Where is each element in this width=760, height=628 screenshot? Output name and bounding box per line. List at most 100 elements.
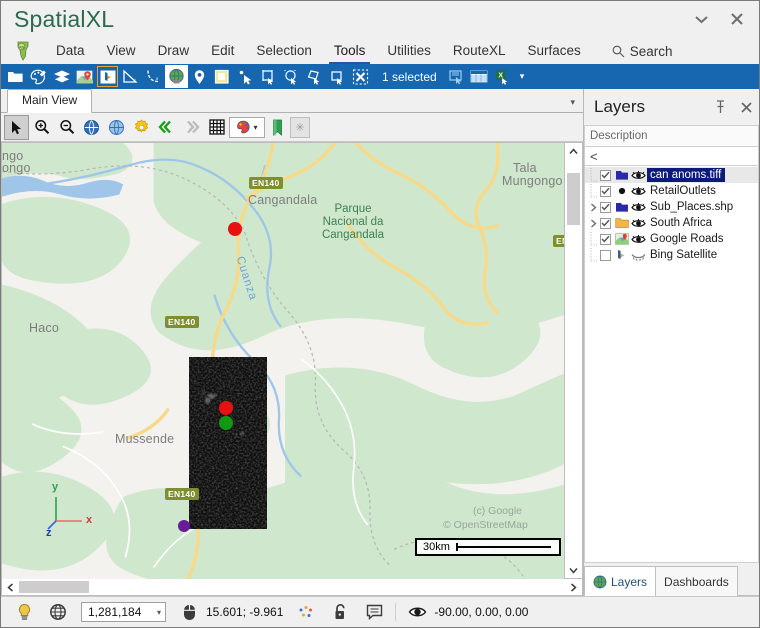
lightbulb-icon[interactable] <box>7 599 41 625</box>
message-icon[interactable] <box>357 599 391 625</box>
layer-row[interactable]: Google Roads <box>585 231 758 247</box>
next-extent-tool[interactable] <box>179 115 204 140</box>
menu-item-tools[interactable]: Tools <box>323 39 377 64</box>
eye-icon[interactable] <box>400 599 434 625</box>
zoom-out-tool[interactable] <box>54 115 79 140</box>
table-select-icon[interactable] <box>445 65 468 88</box>
layer-row[interactable]: Bing Satellite <box>585 247 758 263</box>
select-box-icon[interactable] <box>326 65 349 88</box>
zoom-in-tool[interactable] <box>29 115 54 140</box>
eye-visible-icon[interactable] <box>630 184 647 198</box>
map-note-icon[interactable] <box>211 65 234 88</box>
layers-tree[interactable]: can anoms.tiff RetailOutlets Sub_Places.sh… <box>584 166 759 563</box>
layer-name[interactable]: Sub_Places.shp <box>647 200 737 214</box>
layer-visibility-checkbox[interactable] <box>600 201 611 213</box>
export-excel-icon[interactable]: X <box>491 65 514 88</box>
minimize-ribbon-button[interactable] <box>683 4 719 34</box>
tab-dashboards[interactable]: Dashboards <box>655 566 738 596</box>
select-pointer-icon[interactable] <box>234 65 257 88</box>
hscroll-thumb[interactable] <box>19 581 89 593</box>
layer-row[interactable]: RetailOutlets <box>585 183 758 199</box>
layer-visibility-checkbox[interactable] <box>600 217 611 229</box>
layers-stack-icon[interactable] <box>50 65 73 88</box>
favorite-star-tool[interactable]: ✳ <box>290 116 310 138</box>
select-polygon-icon[interactable] <box>303 65 326 88</box>
google-map-pin-icon[interactable] <box>73 65 96 88</box>
layer-row[interactable]: South Africa <box>585 215 758 231</box>
menu-item-draw[interactable]: Draw <box>147 39 201 64</box>
layer-visibility-checkbox[interactable] <box>600 169 611 181</box>
menu-item-surfaces[interactable]: Surfaces <box>516 39 591 64</box>
unlocked-padlock-icon[interactable] <box>323 599 357 625</box>
scroll-up-arrow[interactable] <box>565 143 582 159</box>
layer-name[interactable]: can anoms.tiff <box>647 168 726 182</box>
layer-visibility-checkbox[interactable] <box>600 233 611 245</box>
raster-layer-can-anoms[interactable] <box>189 357 267 529</box>
layers-filter-row[interactable]: < <box>584 147 759 166</box>
scatter-points-icon[interactable] <box>289 599 323 625</box>
menu-item-data[interactable]: Data <box>45 39 96 64</box>
menu-item-view[interactable]: View <box>96 39 147 64</box>
layers-column-header[interactable]: Description <box>584 126 759 147</box>
attribute-table-icon[interactable] <box>468 65 491 88</box>
map-scale-combo[interactable]: 1,281,184 ▾ <box>81 602 166 622</box>
close-icon[interactable] <box>733 94 759 120</box>
layer-name[interactable]: RetailOutlets <box>647 184 720 198</box>
menu-item-utilities[interactable]: Utilities <box>376 39 442 64</box>
layer-row[interactable]: can anoms.tiff <box>585 167 758 183</box>
toolbar-overflow-caret[interactable]: ▾ <box>514 71 531 82</box>
palette-dropdown-tool[interactable]: ▾ <box>229 116 265 138</box>
pointer-tool[interactable] <box>4 114 29 140</box>
tab-main-view[interactable]: Main View <box>7 89 93 113</box>
chevron-down-icon[interactable]: ▾ <box>157 608 161 617</box>
settings-gear-tool[interactable] <box>129 115 154 140</box>
globe-icon[interactable] <box>165 65 188 88</box>
clear-selection-icon[interactable] <box>349 65 372 88</box>
scroll-down-arrow[interactable] <box>565 562 582 578</box>
expand-chevron-icon[interactable] <box>587 215 600 231</box>
expand-chevron-icon[interactable] <box>587 199 600 215</box>
scroll-left-arrow[interactable] <box>2 579 19 595</box>
filter-chevron-icon[interactable]: < <box>590 149 598 164</box>
map-horizontal-scrollbar[interactable] <box>1 579 583 596</box>
eye-hidden-icon[interactable] <box>630 248 647 262</box>
grid-tool[interactable] <box>204 115 229 140</box>
menu-item-routexl[interactable]: RouteXL <box>442 39 517 64</box>
hscroll-track[interactable] <box>89 579 565 595</box>
view-tab-overflow-caret[interactable]: ▾ <box>570 97 575 108</box>
bing-maps-icon[interactable] <box>96 65 119 88</box>
menu-item-selection[interactable]: Selection <box>245 39 323 64</box>
eye-visible-icon[interactable] <box>630 200 647 214</box>
layer-name[interactable]: South Africa <box>647 216 716 230</box>
green-point-raster[interactable] <box>219 416 233 430</box>
eye-visible-icon[interactable] <box>630 168 647 182</box>
measure-angle-icon[interactable]: x <box>119 65 142 88</box>
tab-layers[interactable]: Layers <box>584 566 657 596</box>
zoom-layer-tool[interactable] <box>104 115 129 140</box>
wire-globe-icon[interactable] <box>41 599 75 625</box>
layer-name[interactable]: Google Roads <box>647 232 728 246</box>
pin-icon[interactable] <box>707 94 733 120</box>
layer-visibility-checkbox[interactable] <box>600 249 611 261</box>
bookmark-tool[interactable] <box>265 115 290 140</box>
previous-extent-tool[interactable] <box>154 115 179 140</box>
select-circle-icon[interactable] <box>280 65 303 88</box>
red-point-north[interactable] <box>228 222 242 236</box>
africa-map-icon[interactable]: AB <box>1 37 45 64</box>
map-vertical-scrollbar[interactable] <box>564 142 583 579</box>
map-canvas[interactable]: ngo ongo Cangandala Tala Mungongo Haco Mussend… <box>1 142 564 579</box>
red-point-raster[interactable] <box>219 401 233 415</box>
vscroll-thumb[interactable] <box>567 173 580 225</box>
select-rectangle-icon[interactable] <box>257 65 280 88</box>
layer-visibility-checkbox[interactable] <box>600 185 611 197</box>
measure-curve-icon[interactable]: x <box>142 65 165 88</box>
location-marker-icon[interactable] <box>188 65 211 88</box>
search-box[interactable]: Search <box>612 44 673 64</box>
close-icon[interactable] <box>719 4 755 34</box>
purple-point[interactable] <box>178 520 190 532</box>
vscroll-track[interactable] <box>565 159 582 562</box>
eye-visible-icon[interactable] <box>630 232 647 246</box>
menu-item-edit[interactable]: Edit <box>200 39 245 64</box>
scroll-right-arrow[interactable] <box>565 579 582 595</box>
open-folder-icon[interactable] <box>4 65 27 88</box>
